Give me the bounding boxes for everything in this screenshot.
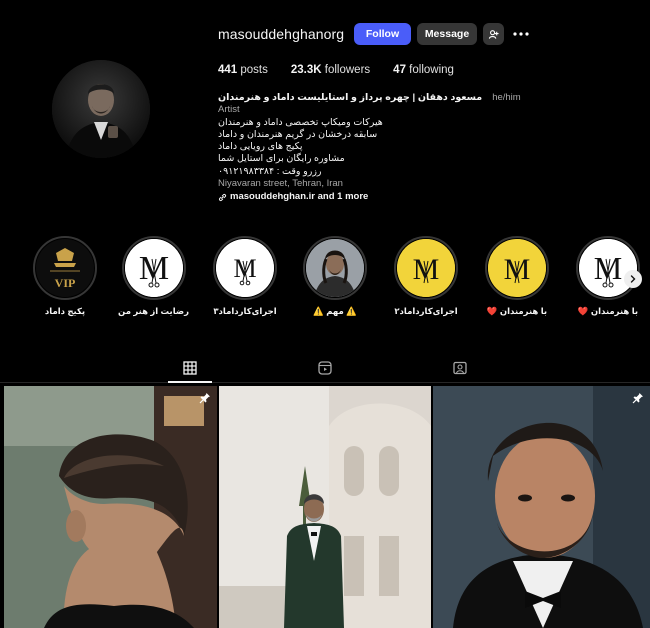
m-scissors-yellow-logo-icon: M [488,239,546,297]
highlight-item[interactable]: VIP پکیج داماد [30,236,100,317]
groom-portrait-photo-icon [433,386,650,628]
svg-text:VIP: VIP [55,276,76,290]
highlight-item[interactable]: M اجرای‌کارداماد۲ [391,236,461,317]
portrait-photo-icon [306,239,364,297]
tab-reels[interactable] [317,360,333,376]
highlight-item[interactable]: M رضایت از هنر من [118,236,189,317]
more-options-button[interactable] [512,23,530,45]
tab-tagged[interactable] [452,360,468,376]
profile-topline: masouddehghanorg Follow Message [218,22,548,46]
posts-stat: 441 posts [218,64,268,76]
bio-line: هیرکات ومیکاپ تخصصی داماد و هنرمندان [218,116,383,128]
vip-logo-icon: VIP [36,239,94,297]
highlight-label: با هنرمندان ❤️ [577,306,639,316]
following-label: following [409,64,454,76]
highlight-ring: M [576,236,640,300]
highlights-next-button[interactable] [624,270,642,288]
grid-icon [183,361,197,375]
followers-stat[interactable]: 23.3K followers [291,64,370,76]
highlight-item[interactable]: M با هنرمندان ❤️ [482,236,552,317]
highlight-label: پکیج داماد [44,306,86,316]
address: Niyavaran street, Tehran, Iran [218,178,343,190]
tagged-icon [453,361,467,375]
m-scissors-logo-icon: M [125,239,183,297]
bio-line: سابقه درخشان در گریم هنرمندان و داماد [218,128,378,140]
message-button[interactable]: Message [417,23,477,45]
highlight-ring: M [122,236,186,300]
posts-grid [0,386,650,628]
more-horizontal-icon [513,32,529,36]
highlight-ring: M [485,236,549,300]
followers-label: followers [324,64,371,76]
pin-icon [199,393,210,404]
highlight-label: اجرای‌کارداماد۳ [213,306,277,316]
pronouns: he/him [492,92,521,103]
following-stat[interactable]: 47 following [393,64,454,76]
m-scissors-logo-icon: M [579,239,637,297]
hairstyle-photo-icon [4,386,217,628]
m-scissors-logo-icon: M [216,239,274,297]
highlight-label: رضایت از هنر من [118,306,189,316]
following-count: 47 [393,64,406,76]
highlight-label: ⚠️ مهم ⚠️ [313,306,357,316]
highlight-label: با هنرمندان ❤️ [486,306,548,316]
post-tile[interactable] [219,386,431,628]
profile-avatar[interactable] [52,60,150,158]
bio-line: رزرو وقت : ۰۹۱۲۱۹۸۳۳۸۴ [218,165,322,177]
tabs-divider [0,382,650,383]
highlight-ring: M [394,236,458,300]
full-name: مسعود دهقان | چهره پرداز و استایلیست دام… [218,92,483,103]
chevron-right-icon [630,275,636,283]
highlight-item[interactable]: ⚠️ مهم ⚠️ [300,236,370,317]
external-link[interactable]: masouddehghan.ir and 1 more [218,191,488,203]
post-tile[interactable] [433,386,650,628]
groom-tuxedo-photo-icon [219,386,431,628]
bio-line: مشاوره رایگان برای استایل شما [218,153,345,165]
reels-icon [318,361,332,375]
profile-stats: 441 posts 23.3K followers 47 following [218,64,477,76]
m-scissors-yellow-logo-icon: M [397,239,455,297]
highlight-item[interactable]: M اجرای‌کارداماد۳ [210,236,280,317]
avatar-portrait-icon [52,60,150,158]
bio-line: پکیج های رویایی داماد [218,141,303,153]
link-text: masouddehghan.ir and 1 more [230,191,369,203]
highlight-label: اجرای‌کارداماد۲ [394,306,458,316]
highlight-ring [303,236,367,300]
person-add-icon [488,29,499,39]
posts-count: 441 [218,64,238,76]
followers-count: 23.3K [290,64,322,76]
username: masouddehghanorg [218,26,345,42]
add-user-button[interactable] [483,23,504,45]
category-label: Artist [218,104,240,116]
follow-button[interactable]: Follow [354,23,411,45]
post-tile[interactable] [4,386,217,628]
story-highlights: VIP پکیج داماد M رضایت از هنر من [0,236,650,326]
pin-icon [632,393,643,404]
link-icon [218,193,227,202]
highlight-ring: M [213,236,277,300]
profile-bio: مسعود دهقان | چهره پرداز و استایلیست دام… [218,92,521,204]
posts-label: posts [240,64,268,76]
highlight-ring: VIP [33,236,97,300]
tab-posts[interactable] [182,360,198,376]
active-tab-indicator [168,381,212,383]
